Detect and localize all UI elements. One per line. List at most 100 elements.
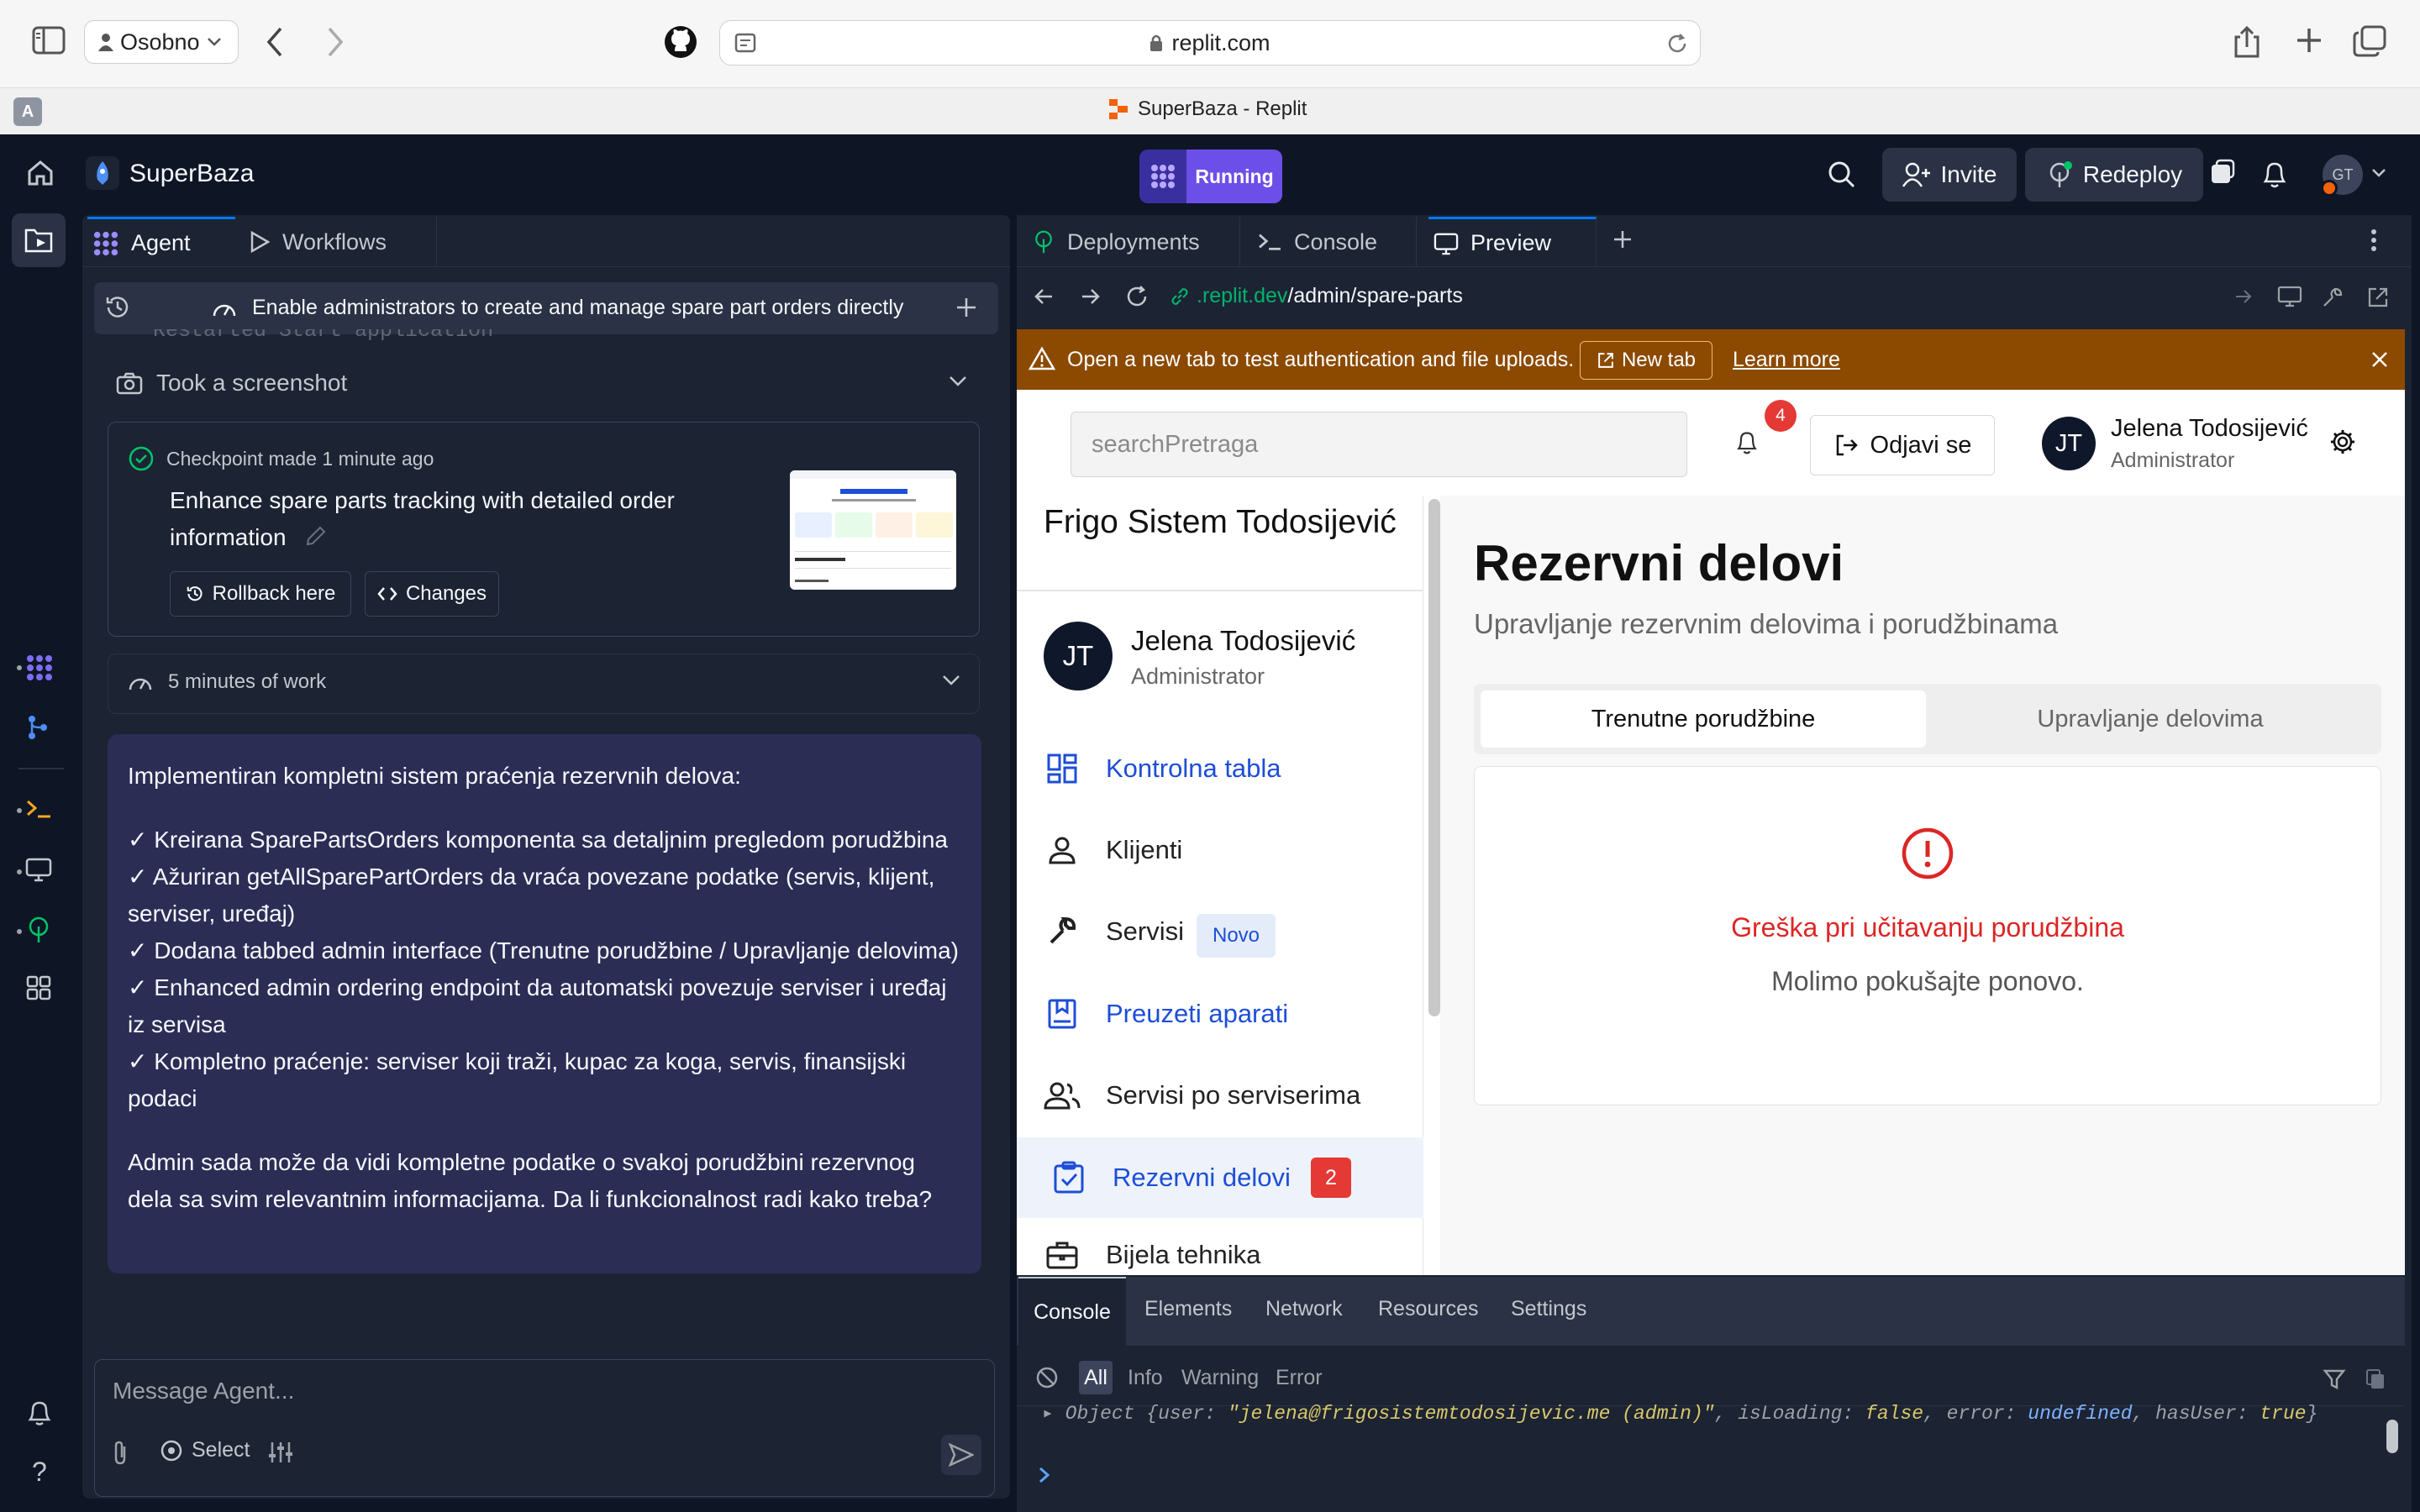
new-tab-button[interactable]: New tab	[1580, 341, 1712, 380]
select-element-button[interactable]: Select	[160, 1438, 250, 1462]
file-tree-icon[interactable]	[12, 213, 66, 267]
edit-icon[interactable]	[304, 524, 328, 548]
replit-favicon-icon	[1109, 99, 1128, 119]
notifications-icon[interactable]	[2260, 160, 2289, 190]
clear-console-icon[interactable]	[1035, 1366, 1059, 1389]
attach-icon[interactable]	[109, 1440, 131, 1467]
filter-error[interactable]: Error	[1276, 1366, 1323, 1390]
devtools-tab-elements[interactable]: Elements	[1144, 1297, 1232, 1321]
count-badge: 2	[1311, 1158, 1351, 1198]
device-icon[interactable]	[2277, 286, 2302, 307]
nav-item-servisi[interactable]: Servisi	[1044, 916, 1184, 948]
git-icon[interactable]	[25, 714, 50, 741]
gear-icon[interactable]	[2329, 428, 2356, 455]
tab-group-badge[interactable]: A	[13, 97, 42, 126]
open-external-icon[interactable]	[2366, 286, 2390, 309]
tab-console[interactable]: Console	[1252, 217, 1417, 267]
nav-item-kontrolna-tabla[interactable]: Kontrolna tabla	[1044, 753, 1281, 785]
search-input[interactable]: searchPretraga	[1071, 412, 1687, 477]
chevron-down-icon[interactable]	[941, 674, 961, 687]
preview-back-icon[interactable]	[1034, 286, 1055, 307]
new-tab-icon[interactable]	[2292, 24, 2326, 57]
preview-reload-icon[interactable]	[1124, 284, 1150, 309]
screenshot-step[interactable]: Took a screenshot	[116, 370, 347, 396]
app-name[interactable]: SuperBaza	[129, 160, 254, 188]
camera-icon	[116, 371, 143, 395]
devtools-tab-resources[interactable]: Resources	[1378, 1297, 1479, 1321]
devtools-wrench-icon[interactable]	[2321, 286, 2344, 309]
composer-placeholder[interactable]: Message Agent...	[113, 1378, 294, 1404]
message-list: ✓ Kreirana SparePartsOrders komponenta s…	[128, 827, 959, 1111]
sidebar-scrollbar[interactable]	[1428, 499, 1440, 1016]
work-summary-label: 5 minutes of work	[128, 670, 326, 694]
tab-preview[interactable]: Preview	[1428, 217, 1597, 267]
chevron-down-icon[interactable]	[2371, 168, 2386, 178]
devtools-tab-settings[interactable]: Settings	[1511, 1297, 1586, 1321]
nav-item-klijenti[interactable]: Klijenti	[1044, 835, 1182, 865]
filter-warning[interactable]: Warning	[1181, 1366, 1259, 1390]
invite-button[interactable]: Invite	[1882, 148, 2017, 202]
settings-sliders-icon[interactable]	[267, 1440, 294, 1465]
devtools-tab-console[interactable]: Console	[1018, 1277, 1126, 1346]
rollback-button[interactable]: Rollback here	[170, 571, 351, 617]
nav-item-bijela-tehnika[interactable]: Bijela tehnika	[1044, 1240, 1260, 1270]
preview-url[interactable]: .replit.dev/admin/spare-parts	[1170, 284, 1463, 308]
history-icon[interactable]	[104, 294, 131, 321]
run-status-button[interactable]: Running	[1139, 150, 1282, 203]
alerts-icon[interactable]	[25, 1399, 54, 1426]
devtools-tab-network[interactable]: Network	[1265, 1297, 1343, 1321]
go-arrow-icon[interactable]	[2233, 287, 2254, 306]
filter-all[interactable]: All	[1079, 1361, 1113, 1394]
nav-item-rezervni-delovi[interactable]: Rezervni delovi	[1050, 1161, 1291, 1194]
tab-deployments[interactable]: Deployments	[1027, 217, 1240, 267]
learn-more-link[interactable]: Learn more	[1733, 348, 1840, 372]
console-scrollbar[interactable]	[2386, 1420, 2398, 1453]
back-icon[interactable]	[266, 25, 286, 59]
reload-icon[interactable]	[1666, 33, 1688, 55]
agent-icon[interactable]	[25, 654, 54, 682]
search-icon[interactable]	[1827, 160, 1857, 190]
all-tools-icon[interactable]	[25, 974, 52, 1001]
profile-selector[interactable]: Osobno	[84, 20, 239, 64]
changes-button[interactable]: Changes	[365, 571, 499, 617]
address-bar[interactable]: replit.com	[719, 20, 1701, 66]
share-icon[interactable]	[2232, 25, 2262, 59]
redeploy-button[interactable]: Redeploy	[2025, 148, 2203, 202]
close-icon[interactable]	[2370, 349, 2390, 370]
preview-forward-icon[interactable]	[1079, 286, 1101, 307]
nav-item-preuzeti-aparati[interactable]: Preuzeti aparati	[1044, 998, 1288, 1030]
preview-icon[interactable]	[25, 857, 52, 882]
checkpoint-thumbnail[interactable]	[790, 470, 956, 590]
home-icon[interactable]	[25, 158, 55, 188]
shell-icon[interactable]	[25, 798, 52, 820]
nav-item-servisi-po-serviserima[interactable]: Servisi po serviserima	[1044, 1080, 1360, 1110]
tab-workflows[interactable]: Workflows	[244, 217, 437, 267]
sidebar-toggle-icon[interactable]	[32, 25, 69, 59]
filter-icon[interactable]	[2323, 1368, 2346, 1391]
active-tab[interactable]: SuperBaza - Replit	[1109, 97, 1307, 121]
add-tab-icon[interactable]	[1612, 228, 1634, 250]
extension-icon[interactable]	[2208, 158, 2237, 186]
speedometer-icon	[128, 673, 153, 691]
stop-grid-icon	[1139, 150, 1186, 203]
more-icon[interactable]	[2370, 228, 2378, 252]
notifications-icon[interactable]	[1734, 428, 1760, 457]
console-log-entry[interactable]: ▸ Object {user: "jelena@frigosistemtodos…	[1042, 1401, 2370, 1426]
send-button[interactable]	[941, 1435, 981, 1475]
deployments-icon[interactable]	[25, 916, 52, 944]
filter-info[interactable]: Info	[1128, 1366, 1163, 1390]
console-prompt-icon[interactable]	[1037, 1465, 1052, 1485]
sidebar-user-role: Administrator	[1131, 664, 1265, 689]
copy-icon[interactable]	[2365, 1368, 2386, 1391]
tab-overview-icon[interactable]	[2353, 25, 2386, 57]
logout-button[interactable]: Odjavi se	[1810, 415, 1995, 475]
tab-trenutne-porudzbine[interactable]: Trenutne porudžbine	[1481, 690, 1926, 748]
new-chat-icon[interactable]	[955, 296, 978, 319]
help-icon[interactable]: ?	[32, 1457, 47, 1488]
github-icon[interactable]	[664, 25, 697, 59]
chevron-down-icon[interactable]	[948, 375, 968, 388]
tab-agent[interactable]: Agent	[87, 217, 235, 267]
tab-upravljanje-delovima[interactable]: Upravljanje delovima	[1926, 690, 2375, 748]
avatar[interactable]: JT	[2042, 417, 2096, 470]
forward-icon[interactable]	[324, 25, 345, 59]
